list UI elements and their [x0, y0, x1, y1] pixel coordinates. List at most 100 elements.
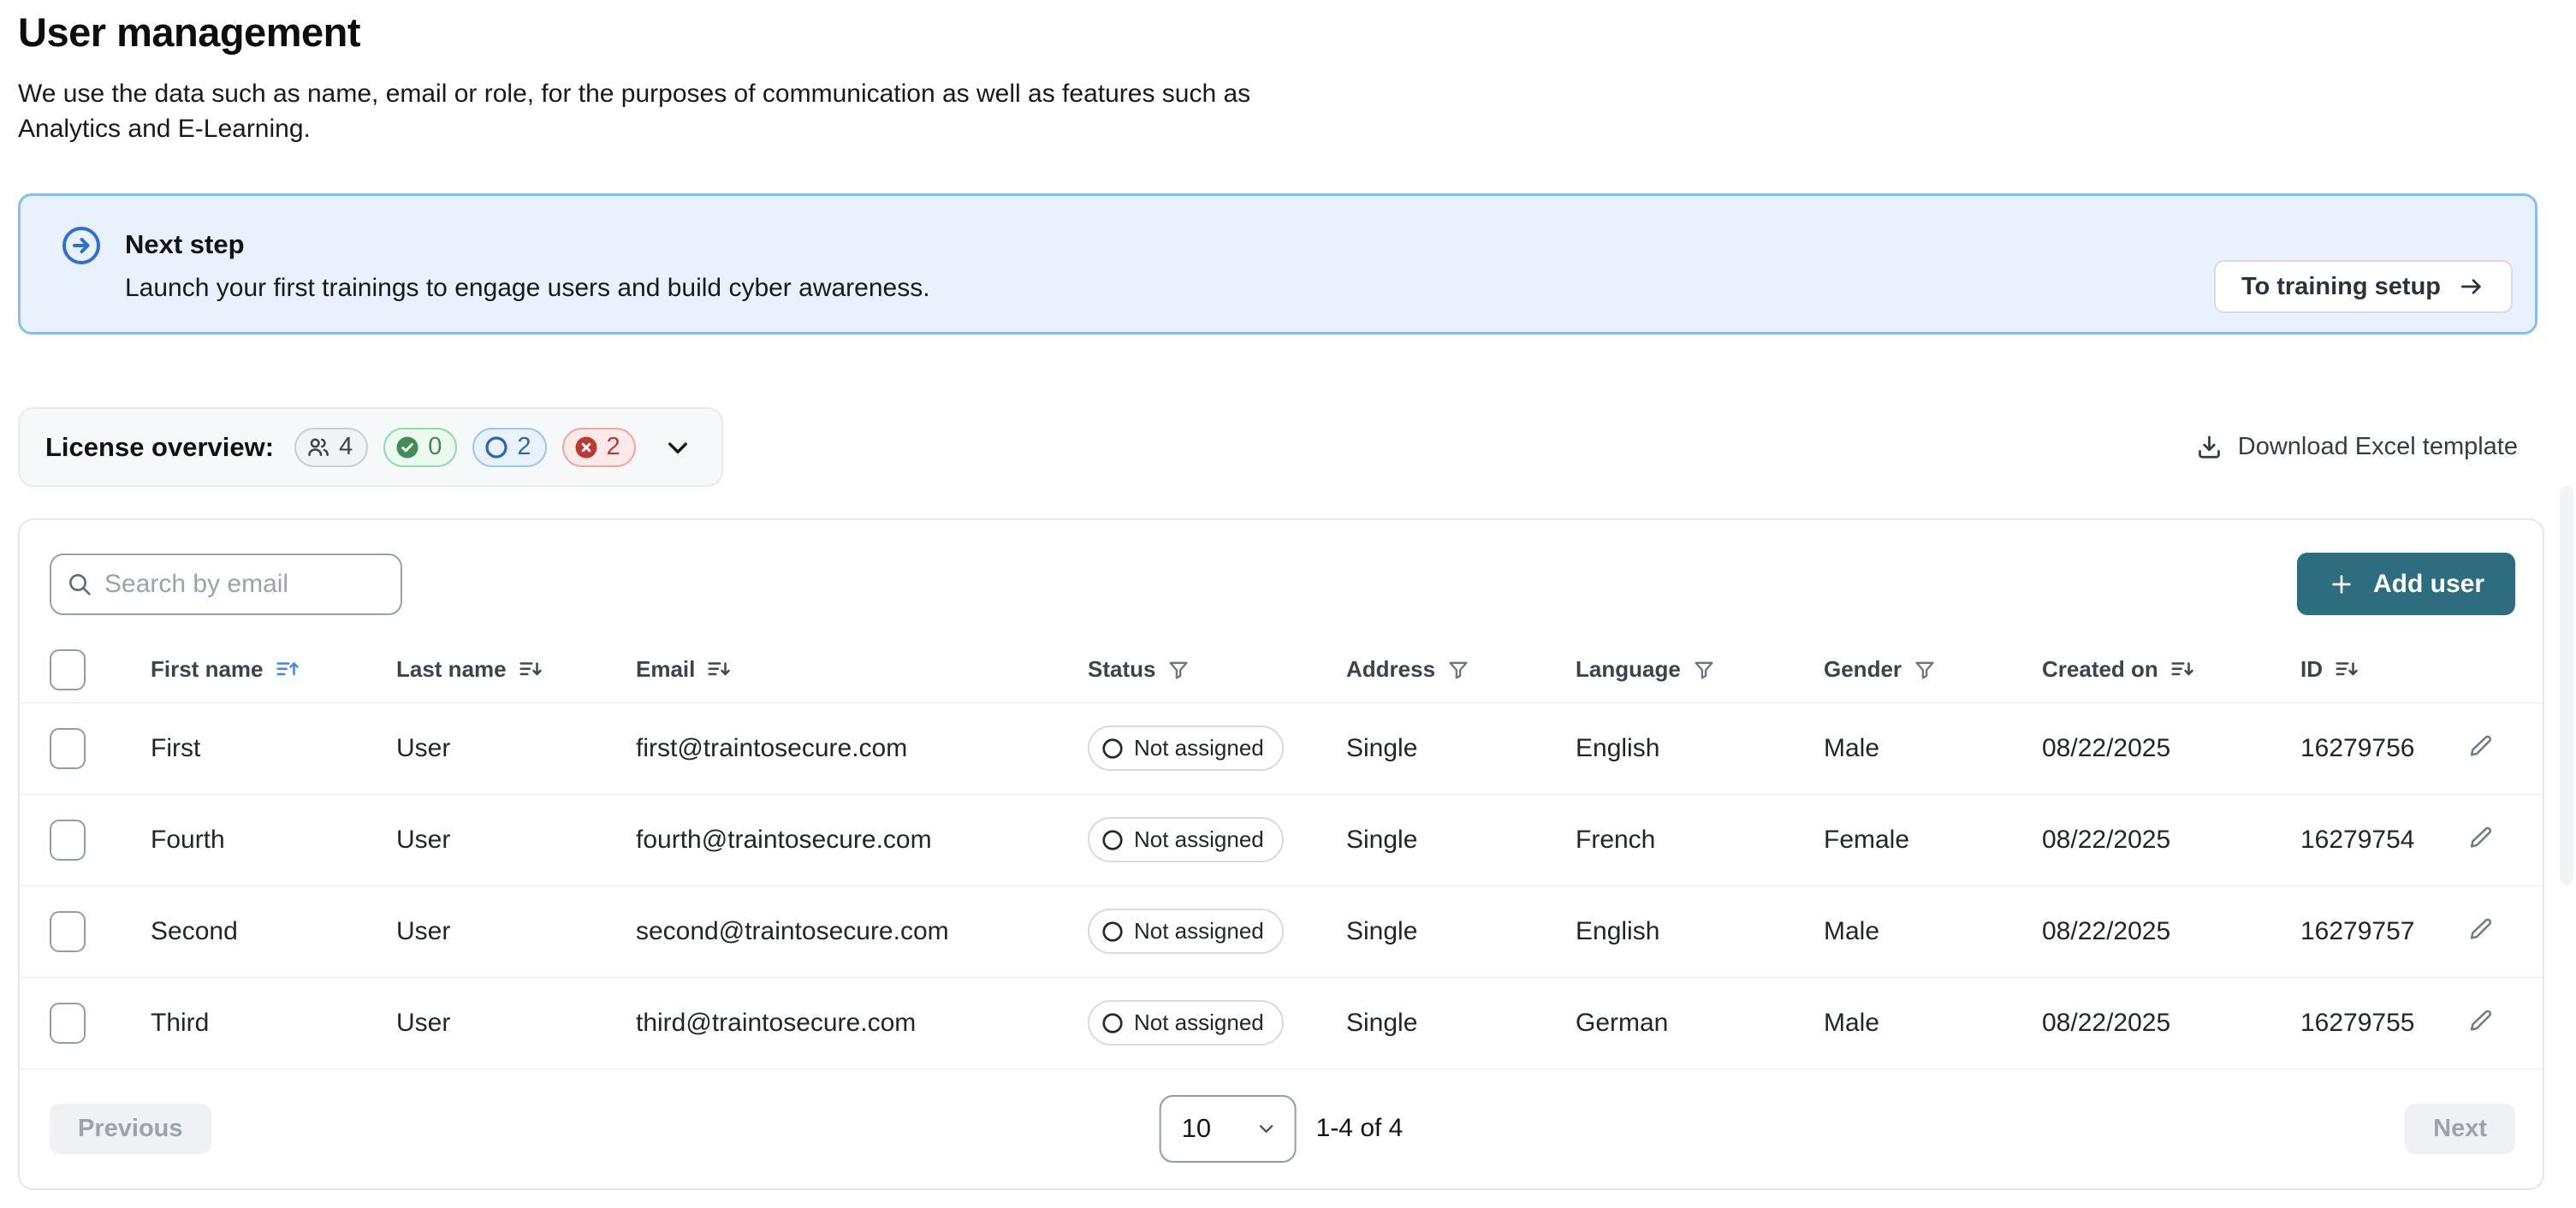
row-checkbox[interactable] — [50, 911, 86, 952]
next-button[interactable]: Next — [2405, 1104, 2515, 1154]
pagination-bar: Previous 10 1-4 of 4 Next — [20, 1069, 2543, 1188]
add-user-label: Add user — [2373, 570, 2484, 599]
license-overview: License overview: 4 0 2 — [18, 407, 723, 487]
filter-icon[interactable] — [1913, 658, 1937, 682]
plus-icon — [2328, 571, 2355, 598]
cell-first-name: Second — [151, 885, 396, 977]
search-input[interactable] — [50, 554, 402, 615]
license-overview-row: License overview: 4 0 2 — [18, 407, 2523, 487]
status-badge-label: Not assigned — [1134, 735, 1264, 761]
cell-language: German — [1576, 977, 1824, 1069]
cell-created-on: 08/22/2025 — [2042, 794, 2300, 885]
column-header-first-name: First name — [151, 656, 264, 683]
users-icon — [306, 435, 331, 460]
license-overview-label: License overview: — [45, 432, 274, 463]
table-row: Third User third@traintosecure.com Not a… — [20, 977, 2543, 1069]
license-badge-assigned-count: 0 — [428, 433, 442, 461]
sort-desc-icon[interactable] — [706, 657, 732, 683]
cell-language: English — [1576, 702, 1824, 794]
search-icon — [66, 571, 93, 598]
row-checkbox[interactable] — [50, 1003, 86, 1044]
sort-asc-icon[interactable] — [275, 657, 300, 683]
cell-id: 16279756 — [2300, 702, 2467, 794]
cell-id: 16279755 — [2300, 977, 2467, 1069]
license-badge-available: 2 — [472, 428, 546, 467]
column-header-language: Language — [1576, 656, 1681, 683]
to-training-setup-label: To training setup — [2241, 273, 2441, 301]
cell-gender: Female — [1824, 794, 2042, 885]
sort-desc-icon[interactable] — [2169, 657, 2195, 683]
cell-email: first@traintosecure.com — [636, 702, 1088, 794]
status-badge-label: Not assigned — [1134, 918, 1264, 944]
filter-icon[interactable] — [1446, 658, 1470, 682]
sort-desc-icon[interactable] — [2334, 657, 2359, 683]
cell-email: fourth@traintosecure.com — [636, 794, 1088, 885]
chevron-down-icon[interactable] — [663, 433, 692, 462]
status-badge: Not assigned — [1088, 817, 1284, 862]
next-step-text: Next step Launch your first trainings to… — [125, 225, 930, 332]
circle-outline-icon — [1101, 737, 1125, 761]
select-all-checkbox[interactable] — [50, 649, 86, 690]
cell-created-on: 08/22/2025 — [2042, 977, 2300, 1069]
edit-user-button[interactable] — [2467, 731, 2495, 759]
edit-user-button[interactable] — [2467, 823, 2495, 850]
add-user-button[interactable]: Add user — [2297, 553, 2515, 615]
row-checkbox[interactable] — [50, 728, 86, 769]
cell-created-on: 08/22/2025 — [2042, 702, 2300, 794]
cell-id: 16279757 — [2300, 885, 2467, 977]
pagination-range: 1-4 of 4 — [1316, 1114, 1404, 1143]
cell-id: 16279754 — [2300, 794, 2467, 885]
license-badge-assigned: 0 — [383, 428, 457, 467]
pencil-icon — [2467, 1006, 2495, 1033]
cell-last-name: User — [396, 702, 636, 794]
cell-gender: Male — [1824, 702, 2042, 794]
pencil-icon — [2467, 731, 2495, 759]
edit-user-button[interactable] — [2467, 1006, 2495, 1033]
filter-icon[interactable] — [1692, 658, 1716, 682]
download-excel-template-button[interactable]: Download Excel template — [2190, 432, 2523, 462]
license-badge-available-count: 2 — [517, 433, 531, 461]
license-badge-unlicensed-count: 2 — [607, 433, 620, 461]
pencil-icon — [2467, 915, 2495, 942]
table-row: First User first@traintosecure.com Not a… — [20, 702, 2543, 794]
cell-address: Single — [1346, 794, 1576, 885]
page-title: User management — [18, 9, 2543, 56]
circle-outline-icon — [1101, 920, 1125, 944]
table-row: Second User second@traintosecure.com Not… — [20, 885, 2543, 977]
scrollbar-thumb[interactable] — [2560, 486, 2573, 885]
cell-first-name: First — [151, 702, 396, 794]
cell-last-name: User — [396, 885, 636, 977]
previous-button[interactable]: Previous — [50, 1104, 211, 1154]
next-step-banner: Next step Launch your first trainings to… — [18, 193, 2537, 335]
column-header-id: ID — [2300, 656, 2323, 683]
users-table: First name Last name Email Status Addres… — [20, 637, 2543, 1069]
cell-language: English — [1576, 885, 1824, 977]
page-size-value: 10 — [1182, 1113, 1211, 1144]
license-badge-total-count: 4 — [339, 433, 353, 461]
edit-user-button[interactable] — [2467, 915, 2495, 942]
page-description: We use the data such as name, email or r… — [18, 76, 1285, 146]
sort-desc-icon[interactable] — [518, 657, 543, 683]
column-header-address: Address — [1346, 656, 1435, 683]
cell-first-name: Fourth — [151, 794, 396, 885]
user-management-page: User management We use the data such as … — [0, 0, 2576, 1190]
pencil-icon — [2467, 823, 2495, 850]
download-excel-template-label: Download Excel template — [2238, 433, 2518, 461]
filter-icon[interactable] — [1166, 658, 1190, 682]
row-checkbox[interactable] — [50, 820, 86, 861]
cell-gender: Male — [1824, 977, 2042, 1069]
pagination-center: 10 1-4 of 4 — [1160, 1095, 1404, 1163]
cell-email: third@traintosecure.com — [636, 977, 1088, 1069]
page-size-select[interactable]: 10 — [1160, 1095, 1297, 1163]
column-header-last-name: Last name — [396, 656, 507, 683]
table-row: Fourth User fourth@traintosecure.com Not… — [20, 794, 2543, 885]
x-circle-icon — [573, 435, 599, 460]
search-box — [50, 554, 402, 615]
next-step-title: Next step — [125, 225, 930, 260]
cell-first-name: Third — [151, 977, 396, 1069]
column-header-status: Status — [1088, 656, 1155, 683]
license-badge-unlicensed: 2 — [562, 428, 636, 467]
to-training-setup-button[interactable]: To training setup — [2214, 260, 2513, 313]
cell-address: Single — [1346, 885, 1576, 977]
cell-created-on: 08/22/2025 — [2042, 885, 2300, 977]
